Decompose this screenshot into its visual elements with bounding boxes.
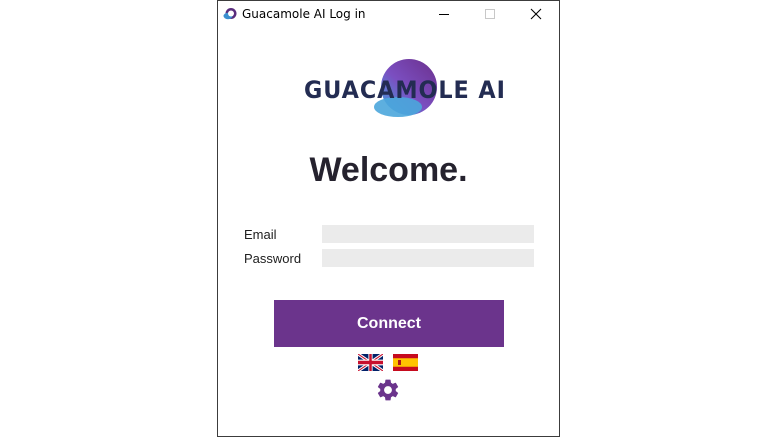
window-title: Guacamole AI Log in <box>242 7 366 21</box>
spain-flag-icon[interactable] <box>393 354 418 371</box>
maximize-button[interactable] <box>467 1 513 27</box>
uk-flag-icon[interactable] <box>358 354 383 371</box>
password-field[interactable] <box>322 249 534 267</box>
logo-text: GUACAMOLE AI <box>304 76 506 104</box>
app-icon <box>223 8 237 20</box>
email-label: Email <box>244 227 277 242</box>
gear-icon[interactable] <box>375 377 401 403</box>
welcome-heading: Welcome. <box>309 151 468 189</box>
title-bar[interactable]: Guacamole AI Log in <box>218 1 559 27</box>
login-window: Guacamole AI Log in GUACAMOLE AI Welcome… <box>217 0 560 437</box>
email-field[interactable] <box>322 225 534 243</box>
connect-button[interactable]: Connect <box>274 300 504 347</box>
password-label: Password <box>244 251 302 266</box>
minimize-button[interactable] <box>421 1 467 27</box>
close-button[interactable] <box>513 1 559 27</box>
